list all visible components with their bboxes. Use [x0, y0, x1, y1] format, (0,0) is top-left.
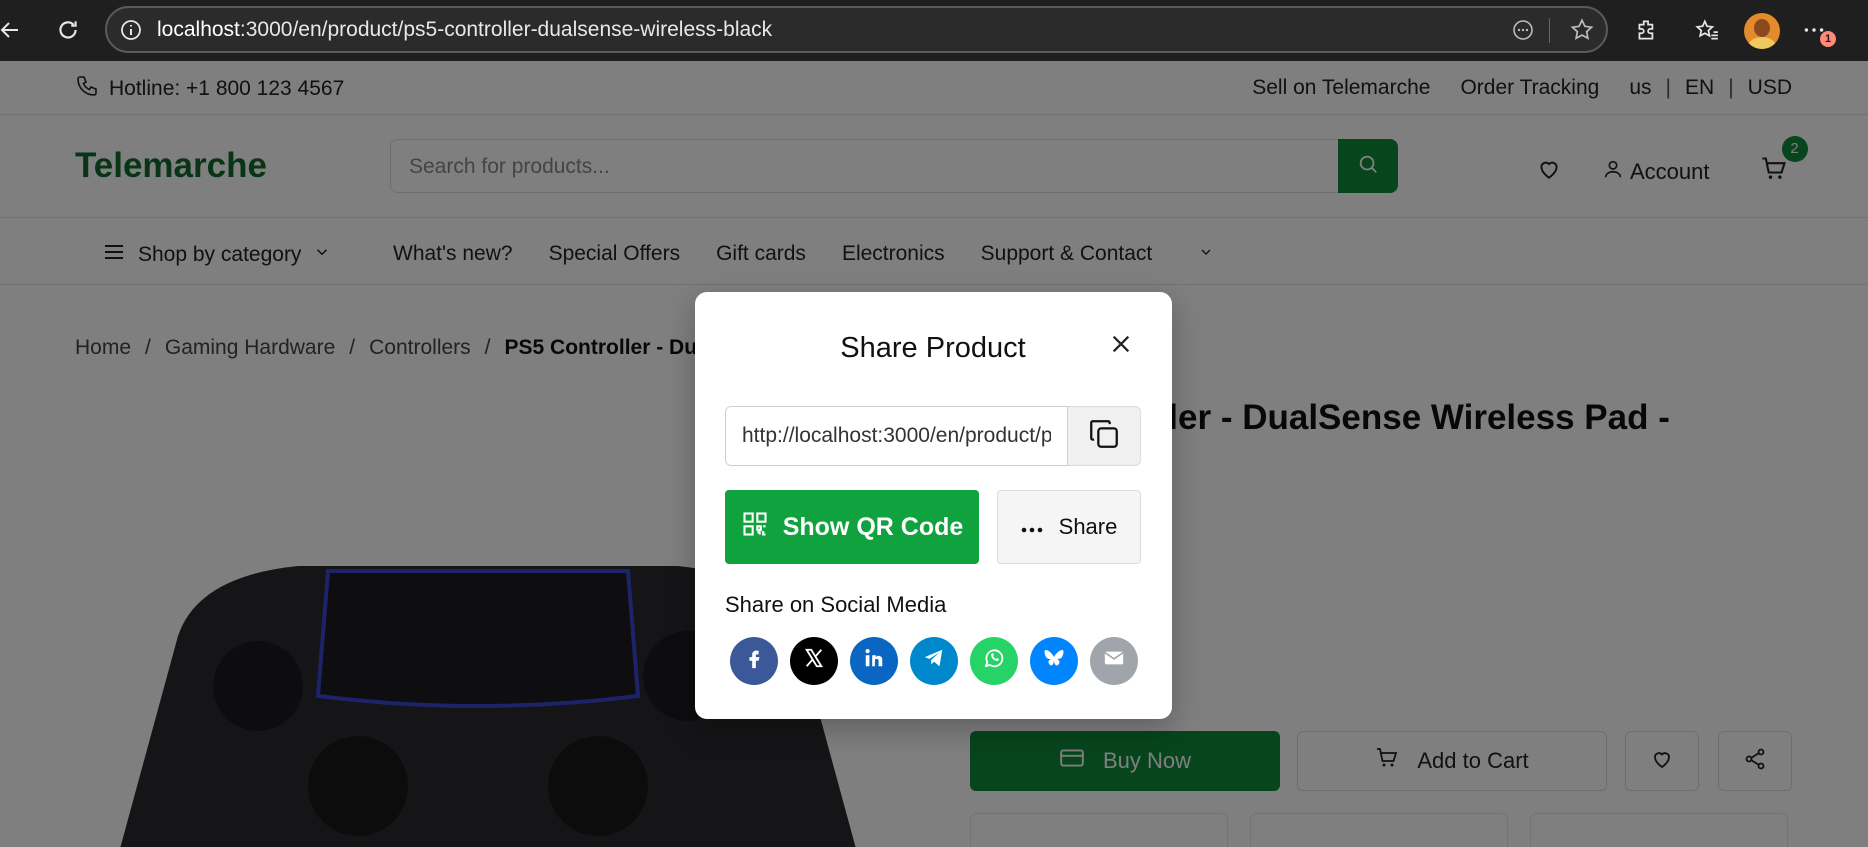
share-modal: Share Product Show QR Code Share Share o…	[695, 292, 1172, 719]
bluesky-icon	[1042, 646, 1066, 676]
email-icon	[1103, 647, 1125, 675]
back-arrow-icon[interactable]	[0, 14, 26, 46]
close-button[interactable]	[1107, 332, 1135, 360]
linkedin-icon	[863, 647, 885, 675]
site-info-icon[interactable]	[119, 18, 143, 42]
close-icon	[1110, 333, 1132, 360]
email-share-button[interactable]	[1090, 637, 1138, 685]
show-qr-code-button[interactable]: Show QR Code	[725, 490, 979, 564]
share-url-input[interactable]	[726, 407, 1067, 465]
reload-icon[interactable]	[52, 14, 84, 46]
linkedin-share-button[interactable]	[850, 637, 898, 685]
facebook-share-button[interactable]	[730, 637, 778, 685]
reader-mode-icon[interactable]	[1511, 18, 1535, 47]
telegram-icon	[923, 647, 945, 675]
address-bar[interactable]: localhost:3000/en/product/ps5-controller…	[105, 6, 1608, 53]
more-dots-icon	[1021, 514, 1043, 540]
native-share-button[interactable]: Share	[997, 490, 1141, 564]
modal-title: Share Product	[840, 332, 1026, 364]
update-badge: 1	[1820, 31, 1836, 47]
favorite-star-icon[interactable]	[1569, 17, 1595, 48]
social-section-title: Share on Social Media	[725, 592, 947, 617]
show-qr-label: Show QR Code	[782, 512, 964, 541]
whatsapp-icon	[982, 646, 1006, 676]
social-buttons	[730, 637, 1150, 685]
extensions-icon[interactable]	[1631, 14, 1663, 46]
telegram-share-button[interactable]	[910, 637, 958, 685]
share-label: Share	[1058, 514, 1118, 539]
qr-code-icon	[741, 510, 769, 545]
url-text: localhost:3000/en/product/ps5-controller…	[157, 18, 773, 41]
facebook-icon	[743, 647, 765, 675]
favorites-icon[interactable]	[1691, 14, 1723, 46]
x-icon	[803, 647, 825, 675]
whatsapp-share-button[interactable]	[970, 637, 1018, 685]
x-share-button[interactable]	[790, 637, 838, 685]
copy-link-button[interactable]	[1068, 406, 1141, 466]
share-url-field	[725, 406, 1068, 466]
url-divider	[1549, 18, 1550, 43]
profile-avatar[interactable]	[1744, 13, 1780, 49]
bluesky-share-button[interactable]	[1030, 637, 1078, 685]
copy-icon	[1087, 417, 1121, 456]
browser-chrome: localhost:3000/en/product/ps5-controller…	[0, 0, 1868, 61]
